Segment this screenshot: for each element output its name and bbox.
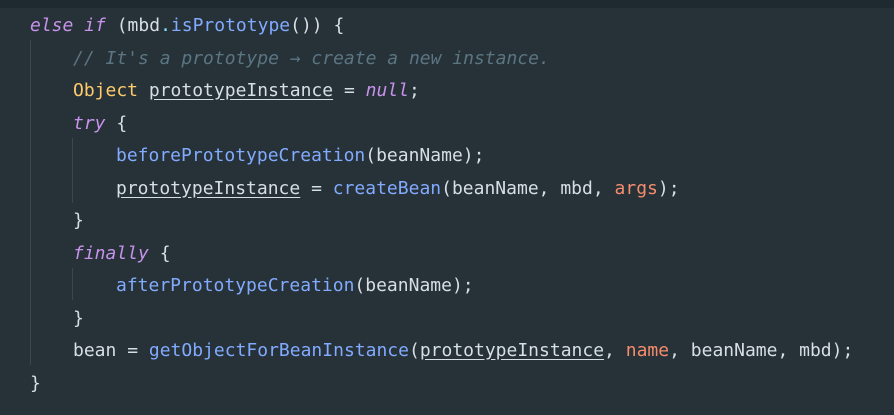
code-line[interactable]: else if (mbd.isPrototype()) { [30, 10, 344, 42]
code-token: ( [408, 340, 420, 361]
code-line[interactable]: } [30, 368, 41, 400]
code-token: { [105, 112, 128, 134]
indent-guide [72, 138, 73, 203]
code-line[interactable]: bean = getObjectForBeanInstance(prototyp… [73, 335, 853, 367]
code-line[interactable]: finally { [73, 238, 171, 270]
code-token: bean [73, 340, 117, 361]
code-token: name [625, 340, 670, 361]
code-token: , beanName, mbd); [669, 340, 854, 361]
code-token: prototypeInstance [148, 80, 334, 101]
code-token: = [333, 80, 366, 101]
indent-guide [72, 268, 73, 300]
code-token: beforePrototypeCreation [116, 145, 366, 166]
code-token: (beanName); [365, 145, 485, 166]
code-token: { [148, 242, 171, 264]
editor-top-bar [0, 0, 894, 8]
code-token: finally [73, 242, 149, 264]
code-line[interactable]: } [73, 205, 84, 237]
code-token: prototypeInstance [419, 340, 605, 361]
code-token: else if [30, 15, 106, 36]
code-token: } [30, 372, 41, 394]
code-token: // It's a prototype → create a new insta… [73, 47, 550, 69]
code-token: ()) { [290, 15, 345, 36]
indent-guide [30, 40, 31, 365]
code-token: getObjectForBeanInstance [148, 340, 409, 361]
code-token: null [365, 80, 409, 101]
code-token: ); [657, 177, 680, 199]
code-token: (beanName); [354, 275, 474, 296]
code-token: isPrototype [170, 15, 291, 36]
code-line[interactable]: // It's a prototype → create a new insta… [73, 43, 550, 75]
code-line[interactable]: try { [73, 108, 127, 140]
code-token: try [73, 112, 106, 134]
code-token: afterPrototypeCreation [116, 275, 355, 296]
code-token: ; [408, 80, 420, 101]
code-editor[interactable]: else if (mbd.isPrototype()) {// It's a p… [0, 8, 894, 415]
code-token: ( [105, 15, 128, 36]
code-token: Object [73, 80, 139, 101]
code-token: } [73, 210, 84, 231]
code-token: prototypeInstance [116, 177, 301, 199]
code-token: (beanName, mbd, [441, 177, 615, 199]
code-line[interactable]: afterPrototypeCreation(beanName); [116, 270, 474, 302]
code-line[interactable]: beforePrototypeCreation(beanName); [116, 140, 484, 172]
code-token: , [604, 340, 626, 361]
code-token: createBean [332, 177, 442, 199]
code-token: . [160, 15, 171, 36]
code-line[interactable]: } [73, 303, 84, 335]
code-token: } [73, 307, 84, 329]
code-token: mbd [127, 15, 161, 36]
code-token: = [116, 340, 149, 361]
code-line[interactable]: prototypeInstance = createBean(beanName,… [116, 173, 680, 205]
code-line[interactable]: Object prototypeInstance = null; [73, 75, 420, 107]
code-token: = [300, 177, 333, 199]
code-token: args [614, 177, 658, 199]
